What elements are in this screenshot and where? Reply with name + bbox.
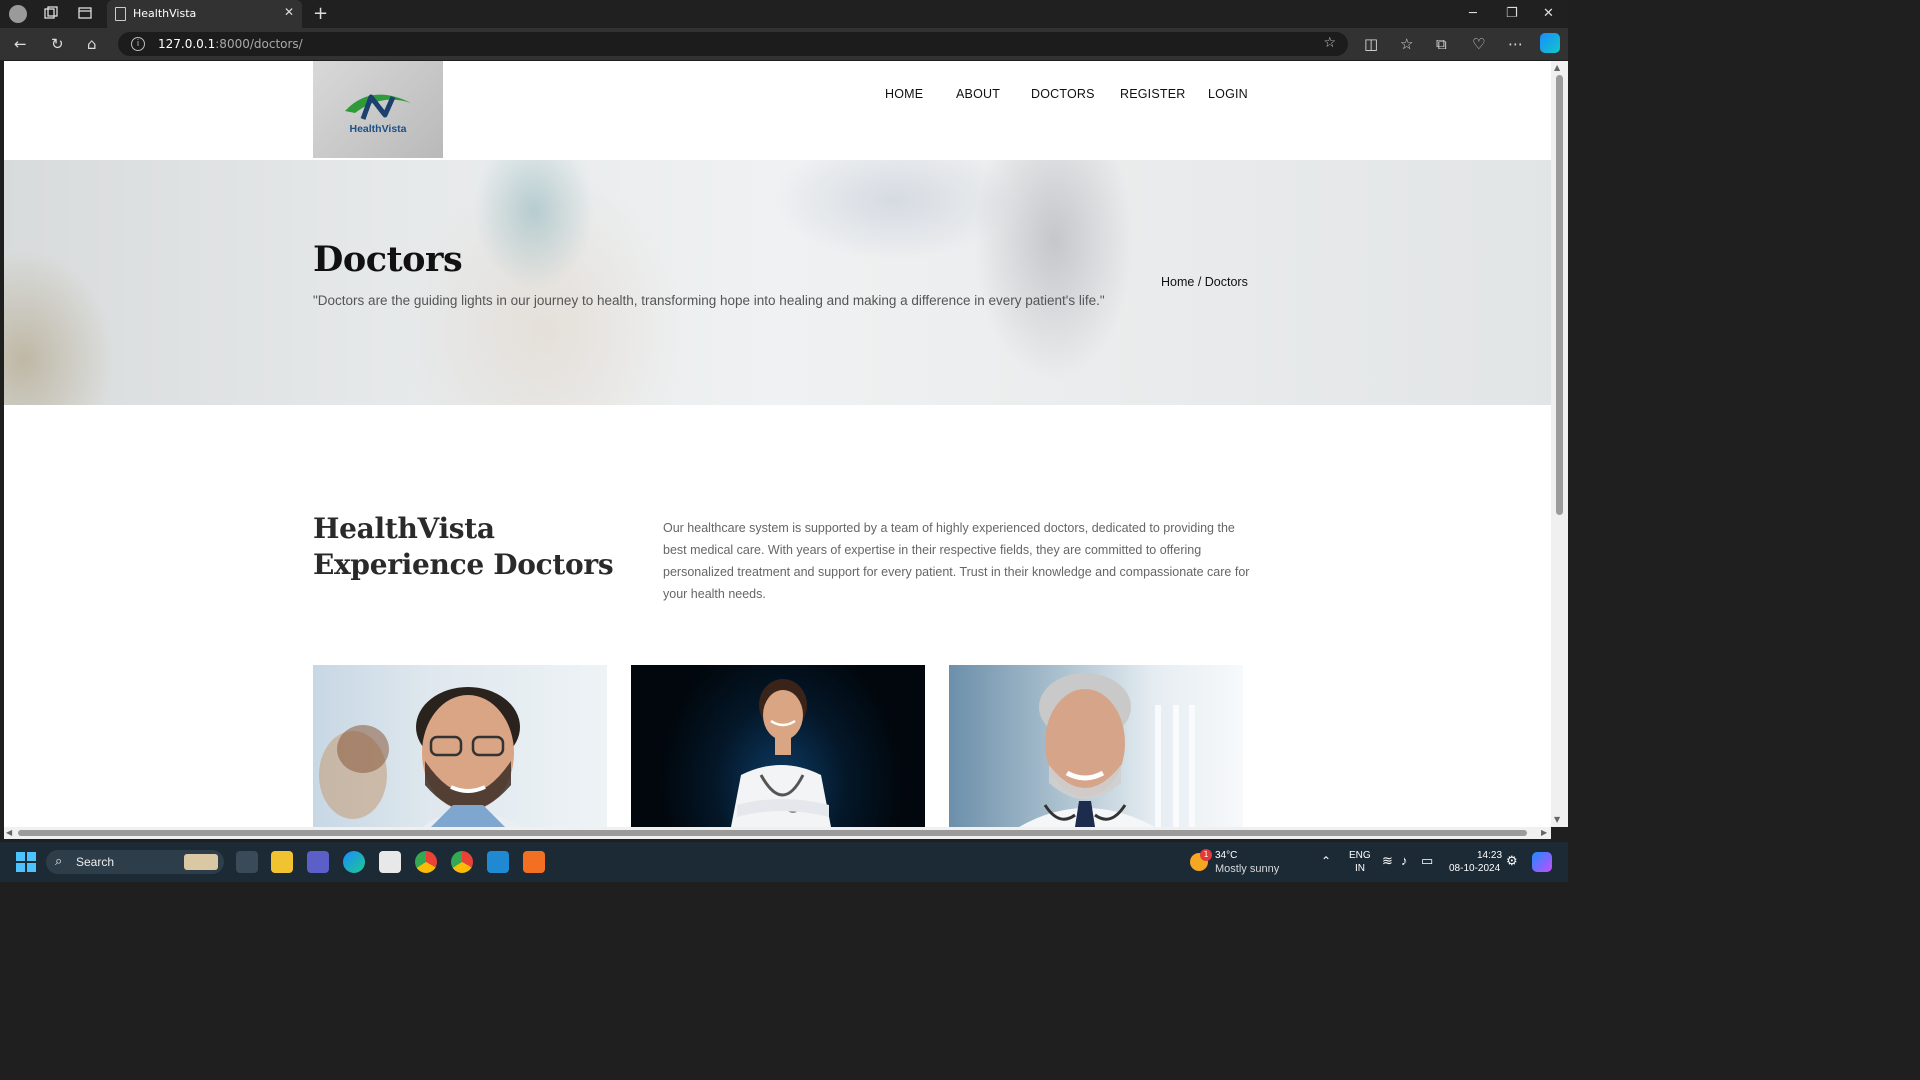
new-tab-button[interactable]: + [313,3,328,24]
page-banner: Doctors "Doctors are the guiding lights … [4,160,1551,405]
chrome-profile-icon[interactable] [451,851,473,873]
weather-temp: 34°C [1215,850,1238,861]
taskbar: ⌕ Search 1 34°C Mostly sunny ⌃ ENG IN ≋ … [0,842,1568,882]
search-icon: ⌕ [55,853,63,868]
copilot-icon[interactable] [1540,33,1560,53]
language-line2[interactable]: IN [1355,863,1365,874]
doctor-card-2[interactable] [631,665,925,827]
favorite-star-icon[interactable]: ☆ [1323,35,1336,51]
scroll-right-arrow-icon[interactable]: ▶ [1541,828,1547,837]
browser-tab-bar: HealthVista ✕ + ─ ❐ ✕ [0,0,1568,28]
scroll-left-arrow-icon[interactable]: ◀ [6,828,12,837]
vertical-scrollbar[interactable]: ▲ ▼ [1551,61,1568,827]
refresh-icon[interactable]: ↻ [51,35,64,53]
split-screen-icon[interactable]: ◫ [1364,35,1378,53]
workspaces-icon[interactable] [44,5,62,23]
nav-about[interactable]: ABOUT [956,87,1000,101]
file-explorer-icon[interactable] [271,851,293,873]
vertical-tabs-icon[interactable] [78,5,96,23]
restore-icon[interactable]: ❐ [1506,6,1518,21]
store-icon[interactable] [379,851,401,873]
weather-badge: 1 [1200,849,1212,861]
address-bar[interactable]: i 127.0.0.1:8000/doctors/ ☆ [118,32,1348,56]
favorites-icon[interactable]: ☆ [1400,35,1413,53]
nav-login[interactable]: LOGIN [1208,87,1248,101]
banner-quote: "Doctors are the guiding lights in our j… [313,293,1105,308]
xampp-icon[interactable] [523,851,545,873]
more-menu-icon[interactable]: ⋯ [1508,35,1523,53]
notifications-icon[interactable]: ⚙ [1506,853,1518,869]
doctor-photo-2 [731,679,831,827]
language-line1[interactable]: ENG [1349,850,1371,861]
weather-icon[interactable]: 1 [1190,849,1212,871]
section-description: Our healthcare system is supported by a … [663,521,1250,601]
horizontal-scrollbar[interactable]: ◀ ▶ [4,827,1551,839]
copilot-taskbar-icon[interactable] [1532,852,1552,872]
search-highlight-icon [184,854,218,870]
taskbar-search[interactable]: ⌕ Search [46,850,224,874]
show-hidden-icons-icon[interactable]: ⌃ [1321,854,1331,868]
logo-swoosh-icon [345,94,411,120]
section-heading: HealthVista Experience Doctors [313,511,633,583]
section-heading-line2: Experience Doctors [313,548,614,581]
url-path: :8000/doctors/ [215,37,303,51]
browser-nav-bar: ← ↻ ⌂ i 127.0.0.1:8000/doctors/ ☆ ◫ ☆ ⧉ … [0,28,1568,60]
teams-icon[interactable] [307,851,329,873]
back-icon[interactable]: ← [14,35,27,53]
breadcrumb[interactable]: Home / Doctors [1161,275,1248,289]
tab-title: HealthVista [133,7,197,20]
logo-text: HealthVista [349,123,407,135]
page-icon [115,7,126,21]
task-view-icon[interactable] [236,851,258,873]
browser-essentials-icon[interactable]: ♡ [1472,35,1485,53]
vertical-scroll-thumb[interactable] [1556,75,1563,515]
profile-icon[interactable] [9,5,27,23]
doctor-photo-3 [1019,673,1195,827]
site-info-icon[interactable]: i [131,37,145,51]
site-header: HealthVista HOME ABOUT DOCTORS REGISTER … [4,61,1551,160]
page-title: Doctors [313,239,463,280]
volume-icon[interactable]: ♪ [1401,853,1408,868]
home-icon[interactable]: ⌂ [87,35,97,53]
battery-icon[interactable]: ▭ [1421,853,1433,869]
tab-healthvista[interactable]: HealthVista ✕ [107,0,302,28]
scroll-up-arrow-icon[interactable]: ▲ [1554,63,1560,72]
collections-icon[interactable]: ⧉ [1436,35,1447,53]
tab-close-icon[interactable]: ✕ [284,5,294,19]
url-text[interactable]: 127.0.0.1:8000/doctors/ [158,37,303,51]
nav-register[interactable]: REGISTER [1120,87,1186,101]
edge-icon[interactable] [343,851,365,873]
taskbar-search-label: Search [76,855,115,869]
wifi-icon[interactable]: ≋ [1382,853,1393,869]
vscode-icon[interactable] [487,851,509,873]
nav-doctors[interactable]: DOCTORS [1031,87,1095,101]
clock-time[interactable]: 14:23 [1477,850,1502,861]
minimize-icon[interactable]: ─ [1469,6,1477,21]
chrome-icon[interactable] [415,851,437,873]
doctor-card-1[interactable] [313,665,607,827]
url-host: 127.0.0.1 [158,37,216,51]
doctor-photo-1 [319,687,523,827]
site-logo[interactable]: HealthVista [313,61,443,158]
scroll-down-arrow-icon[interactable]: ▼ [1554,815,1560,824]
page-viewport: HealthVista HOME ABOUT DOCTORS REGISTER … [4,61,1551,827]
clock-date[interactable]: 08-10-2024 [1449,863,1500,874]
horizontal-scroll-thumb[interactable] [18,830,1527,836]
doctor-card-3[interactable] [949,665,1243,827]
close-window-icon[interactable]: ✕ [1543,6,1554,21]
windows-start-icon[interactable] [16,852,36,872]
weather-desc: Mostly sunny [1215,863,1280,875]
nav-home[interactable]: HOME [885,87,923,101]
section-heading-line1: HealthVista [313,512,495,545]
